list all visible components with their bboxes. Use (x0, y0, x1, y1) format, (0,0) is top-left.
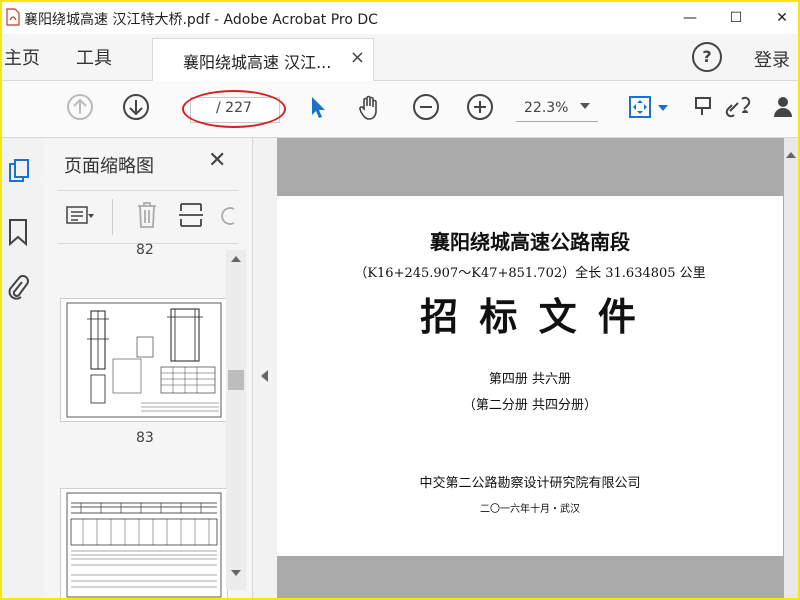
tab-bar: 主页 工具 襄阳绕城高速 汉江... × ? 登录 (2, 34, 798, 81)
help-icon[interactable]: ? (692, 42, 722, 72)
panel-title: 页面缩略图 (64, 156, 154, 177)
thumbnail-page-number: 82 (136, 242, 154, 258)
page-thumbnails-icon[interactable] (8, 158, 32, 188)
navigation-pane-strip (2, 138, 46, 598)
drawing-preview (66, 492, 222, 598)
pdf-file-icon (6, 8, 20, 26)
close-tab-icon[interactable]: × (350, 47, 365, 68)
chevron-down-icon[interactable] (231, 570, 241, 576)
annotation-oval (182, 90, 286, 128)
minimize-icon: — (683, 10, 697, 26)
document-view[interactable]: 襄阳绕城高速公路南段 （K16+245.907～K47+851.702）全长 3… (277, 138, 798, 598)
share-link-icon[interactable] (724, 93, 752, 121)
scrollbar-thumb[interactable] (228, 370, 244, 390)
doc-title: 招 标 文 件 (420, 294, 640, 339)
doc-publisher: 中交第二公路勘察设计研究院有限公司 (419, 476, 641, 491)
chevron-down-icon[interactable] (580, 103, 590, 109)
zoom-in-icon[interactable] (466, 93, 494, 121)
tab-home[interactable]: 主页 (4, 44, 40, 70)
tab-document[interactable]: 襄阳绕城高速 汉江... × (152, 38, 374, 81)
maximize-icon: ☐ (729, 10, 743, 26)
pdf-page: 襄阳绕城高速公路南段 （K16+245.907～K47+851.702）全长 3… (277, 196, 783, 556)
attachment-icon[interactable] (6, 274, 30, 302)
drawing-preview (66, 302, 222, 418)
thumbnail-page-83[interactable] (60, 298, 228, 422)
panel-collapse-bar[interactable] (252, 138, 277, 598)
tab-tools[interactable]: 工具 (76, 44, 112, 70)
thumbnail-panel: 页面缩略图 ✕ 82 83 (44, 138, 252, 598)
signin-button[interactable]: 登录 (754, 46, 790, 72)
toolbar: / 227 22.3% (2, 81, 798, 138)
doc-subheading: （K16+245.907～K47+851.702）全长 31.634805 公里 (354, 266, 706, 281)
minimize-button[interactable]: — (670, 6, 710, 30)
chevron-down-icon[interactable] (658, 105, 668, 111)
hand-tool-icon[interactable] (356, 93, 384, 121)
doc-subvolume: （第二分册 共四分册） (462, 398, 598, 413)
collapse-panel-icon[interactable] (261, 370, 268, 382)
bookmark-icon[interactable] (8, 218, 28, 246)
doc-volume: 第四册 共六册 (488, 372, 572, 387)
next-page-icon[interactable] (122, 93, 150, 121)
window-title: 襄阳绕城高速 汉江特大桥.pdf - Adobe Acrobat Pro DC (24, 12, 378, 28)
comment-icon[interactable] (692, 93, 720, 121)
document-tab-label: 襄阳绕城高速 汉江... (183, 53, 332, 72)
panel-toolbar (58, 190, 238, 244)
chevron-up-icon[interactable] (231, 256, 241, 262)
acrobat-window: 襄阳绕城高速 汉江特大桥.pdf - Adobe Acrobat Pro DC … (0, 0, 800, 600)
fit-page-icon[interactable] (626, 93, 654, 121)
doc-heading: 襄阳绕城高速公路南段 (430, 230, 630, 254)
extract-page-icon[interactable] (178, 201, 204, 229)
previous-page-icon[interactable] (66, 93, 94, 121)
toolbar-divider (112, 199, 113, 235)
trash-icon[interactable] (136, 201, 158, 229)
select-cursor-icon[interactable] (304, 93, 332, 121)
user-share-icon[interactable] (772, 93, 800, 121)
thumbnail-scrollbar[interactable] (226, 250, 246, 590)
close-window-button[interactable]: ✕ (762, 6, 798, 30)
chevron-up-icon[interactable] (786, 152, 796, 158)
zoom-value: 22.3% (524, 100, 569, 116)
options-menu-icon[interactable] (66, 205, 94, 227)
doc-date: 二〇一六年十月・武汉 (480, 504, 580, 515)
zoom-out-icon[interactable] (412, 93, 440, 121)
rotate-icon[interactable] (218, 201, 238, 229)
title-bar: 襄阳绕城高速 汉江特大桥.pdf - Adobe Acrobat Pro DC … (2, 2, 798, 34)
thumbnail-page-84[interactable] (60, 488, 228, 598)
document-scrollbar[interactable] (784, 138, 798, 598)
maximize-button[interactable]: ☐ (716, 6, 756, 30)
close-icon[interactable]: ✕ (208, 148, 226, 173)
thumbnail-page-number: 83 (136, 430, 154, 446)
close-icon: ✕ (776, 10, 788, 26)
